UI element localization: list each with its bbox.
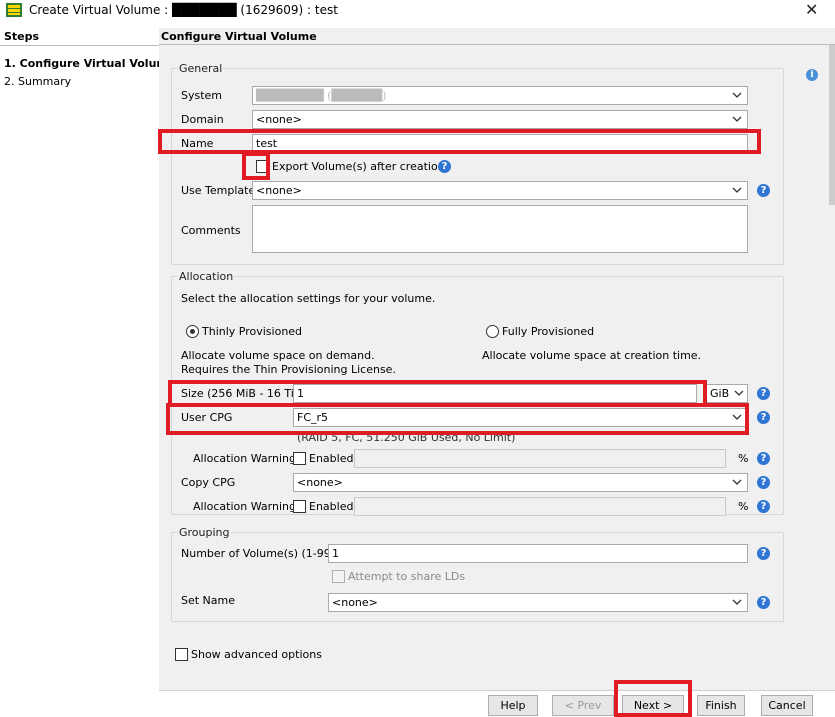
chevron-down-icon — [732, 116, 742, 122]
template-label: Use Template — [181, 184, 256, 197]
domain-value: <none> — [256, 113, 302, 126]
thin-label: Thinly Provisioned — [202, 325, 303, 338]
name-highlight-box — [158, 129, 761, 154]
window-title: Create Virtual Volume : ███████ (1629609… — [29, 3, 338, 17]
copy-percent-label: % — [738, 500, 749, 513]
cancel-button[interactable]: Cancel — [761, 695, 813, 716]
allocation-intro: Select the allocation settings for your … — [181, 292, 436, 305]
volume-count-input[interactable]: 1 — [328, 544, 748, 563]
chevron-down-icon — [732, 92, 742, 98]
export-highlight-box — [242, 152, 270, 180]
size-unit-value: GiB — [710, 387, 730, 400]
chevron-down-icon — [732, 479, 742, 485]
enabled-label: Enabled — [309, 452, 354, 465]
steps-divider — [0, 45, 159, 46]
chevron-down-icon — [732, 599, 742, 605]
thin-desc-1: Allocate volume space on demand. — [181, 349, 375, 362]
size-unit-select[interactable]: GiB — [706, 384, 748, 403]
page-title: Configure Virtual Volume — [161, 30, 317, 43]
question-circle-icon[interactable]: ? — [757, 411, 770, 424]
copy-allocation-warning-input[interactable] — [354, 497, 726, 516]
comments-label: Comments — [181, 224, 241, 237]
grouping-group-title: Grouping — [178, 526, 231, 539]
full-desc: Allocate volume space at creation time. — [482, 349, 702, 362]
close-icon[interactable]: ✕ — [805, 0, 818, 20]
thin-radio[interactable] — [186, 325, 199, 338]
copy-cpg-label: Copy CPG — [181, 476, 236, 489]
info-icon[interactable]: i — [806, 69, 818, 81]
help-button[interactable]: Help — [488, 695, 538, 716]
share-lds-label: Attempt to share LDs — [348, 570, 466, 583]
allocation-warning-checkbox[interactable] — [293, 452, 306, 465]
user-cpg-highlight-box — [166, 403, 749, 435]
next-highlight-box — [614, 680, 692, 717]
full-radio[interactable] — [486, 325, 499, 338]
app-icon — [6, 3, 22, 17]
chevron-down-icon — [732, 187, 742, 193]
system-select[interactable]: ████████ (██████) — [252, 86, 748, 105]
full-label: Fully Provisioned — [502, 325, 595, 338]
question-circle-icon[interactable]: ? — [757, 452, 770, 465]
question-circle-icon[interactable]: ? — [757, 547, 770, 560]
system-value: ████████ (██████) — [256, 89, 387, 102]
set-name-label: Set Name — [181, 594, 236, 607]
advanced-options-label: Show advanced options — [191, 648, 322, 661]
finish-button[interactable]: Finish — [697, 695, 745, 716]
vertical-scrollbar[interactable] — [829, 45, 835, 205]
steps-heading: Steps — [4, 30, 40, 43]
copy-allocation-warning-label: Allocation Warning — [193, 500, 296, 513]
allocation-warning-label: Allocation Warning — [193, 452, 296, 465]
copy-cpg-value: <none> — [297, 476, 343, 489]
template-value: <none> — [256, 184, 302, 197]
question-circle-icon[interactable]: ? — [757, 387, 770, 400]
advanced-options-checkbox[interactable] — [175, 648, 188, 661]
copy-cpg-select[interactable]: <none> — [293, 473, 748, 492]
step-configure[interactable]: 1. Configure Virtual Volume — [4, 57, 175, 70]
system-label: System — [181, 89, 223, 102]
domain-select[interactable]: <none> — [252, 110, 748, 129]
page-header: Configure Virtual Volume — [159, 28, 835, 45]
allocation-group-title: Allocation — [178, 270, 235, 283]
question-circle-icon[interactable]: ? — [438, 160, 451, 173]
volume-count-label: Number of Volume(s) (1-999) — [181, 547, 343, 560]
allocation-warning-input[interactable] — [354, 449, 726, 468]
button-bar-divider — [159, 690, 835, 691]
template-select[interactable]: <none> — [252, 181, 748, 200]
chevron-down-icon — [734, 390, 744, 396]
copy-allocation-warning-checkbox[interactable] — [293, 500, 306, 513]
percent-label: % — [738, 452, 749, 465]
question-circle-icon[interactable]: ? — [757, 596, 770, 609]
prev-button[interactable]: < Prev — [552, 695, 614, 716]
question-circle-icon[interactable]: ? — [757, 500, 770, 513]
thin-desc-2: Requires the Thin Provisioning License. — [181, 363, 396, 376]
share-lds-checkbox[interactable] — [332, 570, 345, 583]
export-label: Export Volume(s) after creation — [272, 160, 445, 173]
general-group-title: General — [178, 62, 224, 75]
comments-textarea[interactable] — [252, 205, 748, 253]
set-name-select[interactable]: <none> — [328, 593, 748, 612]
set-name-value: <none> — [332, 596, 378, 609]
question-circle-icon[interactable]: ? — [757, 476, 770, 489]
domain-label: Domain — [181, 113, 224, 126]
copy-enabled-label: Enabled — [309, 500, 354, 513]
question-circle-icon[interactable]: ? — [757, 184, 770, 197]
step-summary[interactable]: 2. Summary — [4, 75, 71, 88]
